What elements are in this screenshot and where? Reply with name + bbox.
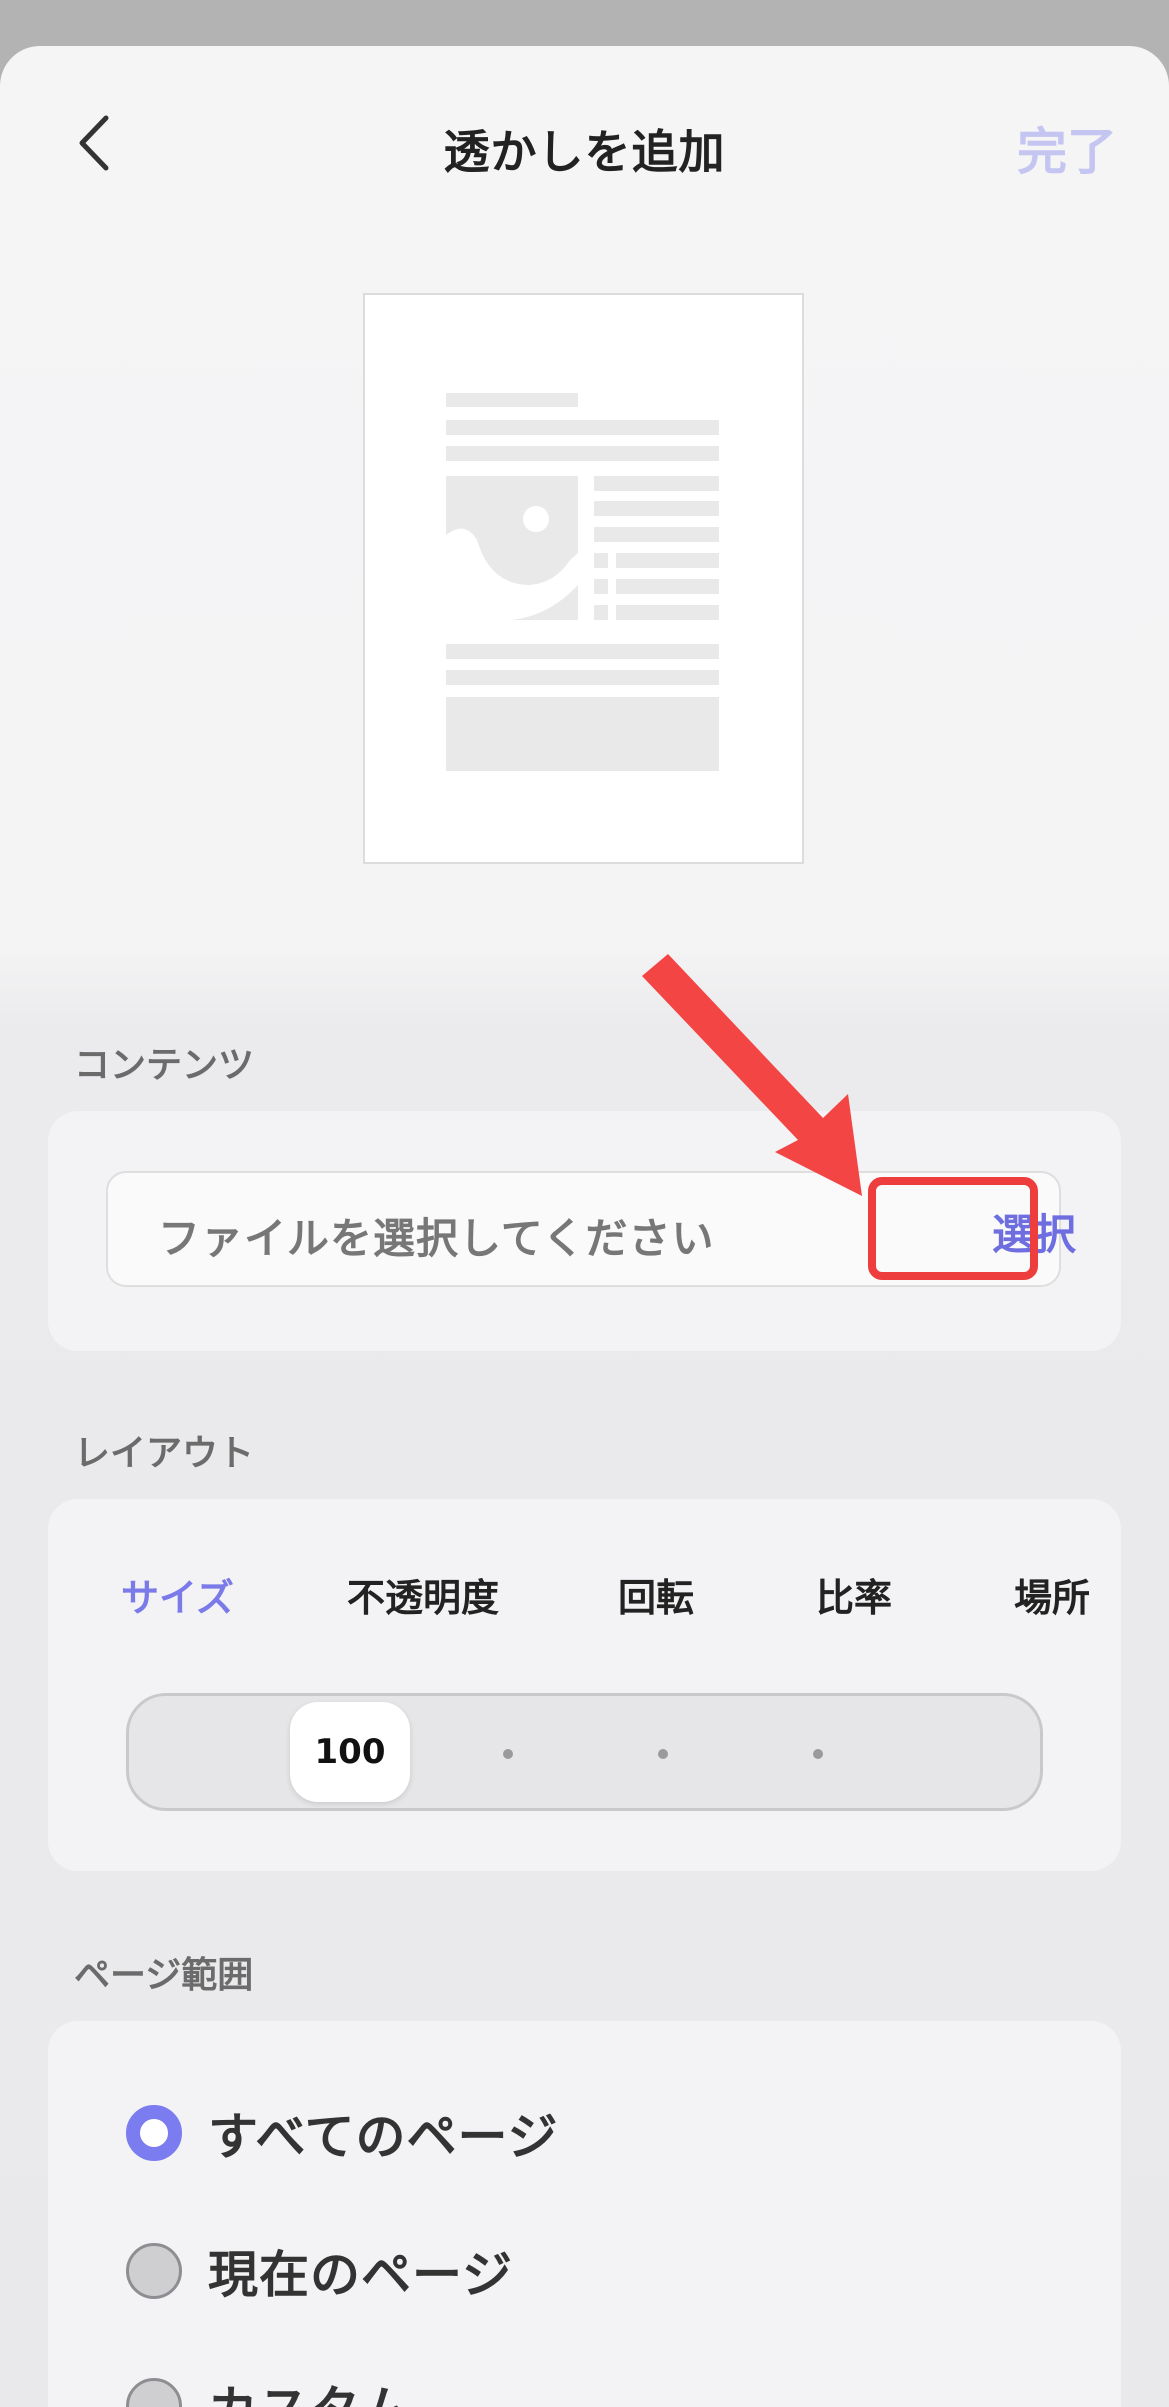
radio-current-page[interactable]: 現在のページ <box>126 2231 513 2311</box>
layout-section-label: レイアウト <box>74 1433 255 1474</box>
radio-label: 現在のページ <box>208 2246 513 2304</box>
file-placeholder: ファイルを選択してください <box>158 1214 715 1263</box>
file-select-field[interactable]: ファイルを選択してください 選択 <box>106 1171 1076 1287</box>
radio-selected-icon <box>126 2105 182 2161</box>
page-range-card: すべてのページ 現在のページ カスタム <box>48 2021 1121 2407</box>
radio-custom[interactable]: カスタム <box>126 2366 412 2407</box>
page-title: 透かしを追加 <box>443 125 726 179</box>
content-section-label: コンテンツ <box>74 1045 255 1086</box>
tab-size[interactable]: サイズ <box>121 1567 234 1622</box>
layout-card: サイズ 不透明度 回転 比率 場所 100 <box>48 1499 1121 1871</box>
tab-opacity[interactable]: 不透明度 <box>347 1567 499 1622</box>
content-card: ファイルを選択してください 選択 <box>48 1111 1121 1351</box>
radio-all-pages[interactable]: すべてのページ <box>126 2093 559 2173</box>
slider-step-dot <box>658 1749 668 1759</box>
watermark-sheet: 透かしを追加 完了 コンテンツ ファイルを選択してください 選択 レイアウト サ… <box>0 46 1169 2407</box>
slider-step-dot <box>813 1749 823 1759</box>
header: 透かしを追加 完了 <box>0 46 1169 246</box>
radio-unselected-icon <box>126 2378 182 2407</box>
document-preview <box>363 293 804 864</box>
radio-unselected-icon <box>126 2243 182 2299</box>
tab-rotation[interactable]: 回転 <box>618 1567 694 1622</box>
document-placeholder-icon <box>446 393 719 771</box>
done-button[interactable]: 完了 <box>1017 112 1117 184</box>
slider-step-dot <box>503 1749 513 1759</box>
radio-label: カスタム <box>208 2370 412 2407</box>
layout-tabs: サイズ 不透明度 回転 比率 場所 <box>48 1559 1121 1639</box>
select-file-button[interactable]: 選択 <box>926 1173 1142 1289</box>
radio-label: すべてのページ <box>208 2108 559 2166</box>
page-range-section-label: ページ範囲 <box>74 1955 254 1996</box>
size-slider[interactable]: 100 <box>126 1693 1043 1811</box>
slider-thumb[interactable]: 100 <box>290 1702 410 1802</box>
tab-ratio[interactable]: 比率 <box>816 1567 892 1622</box>
tab-location[interactable]: 場所 <box>1014 1567 1090 1622</box>
